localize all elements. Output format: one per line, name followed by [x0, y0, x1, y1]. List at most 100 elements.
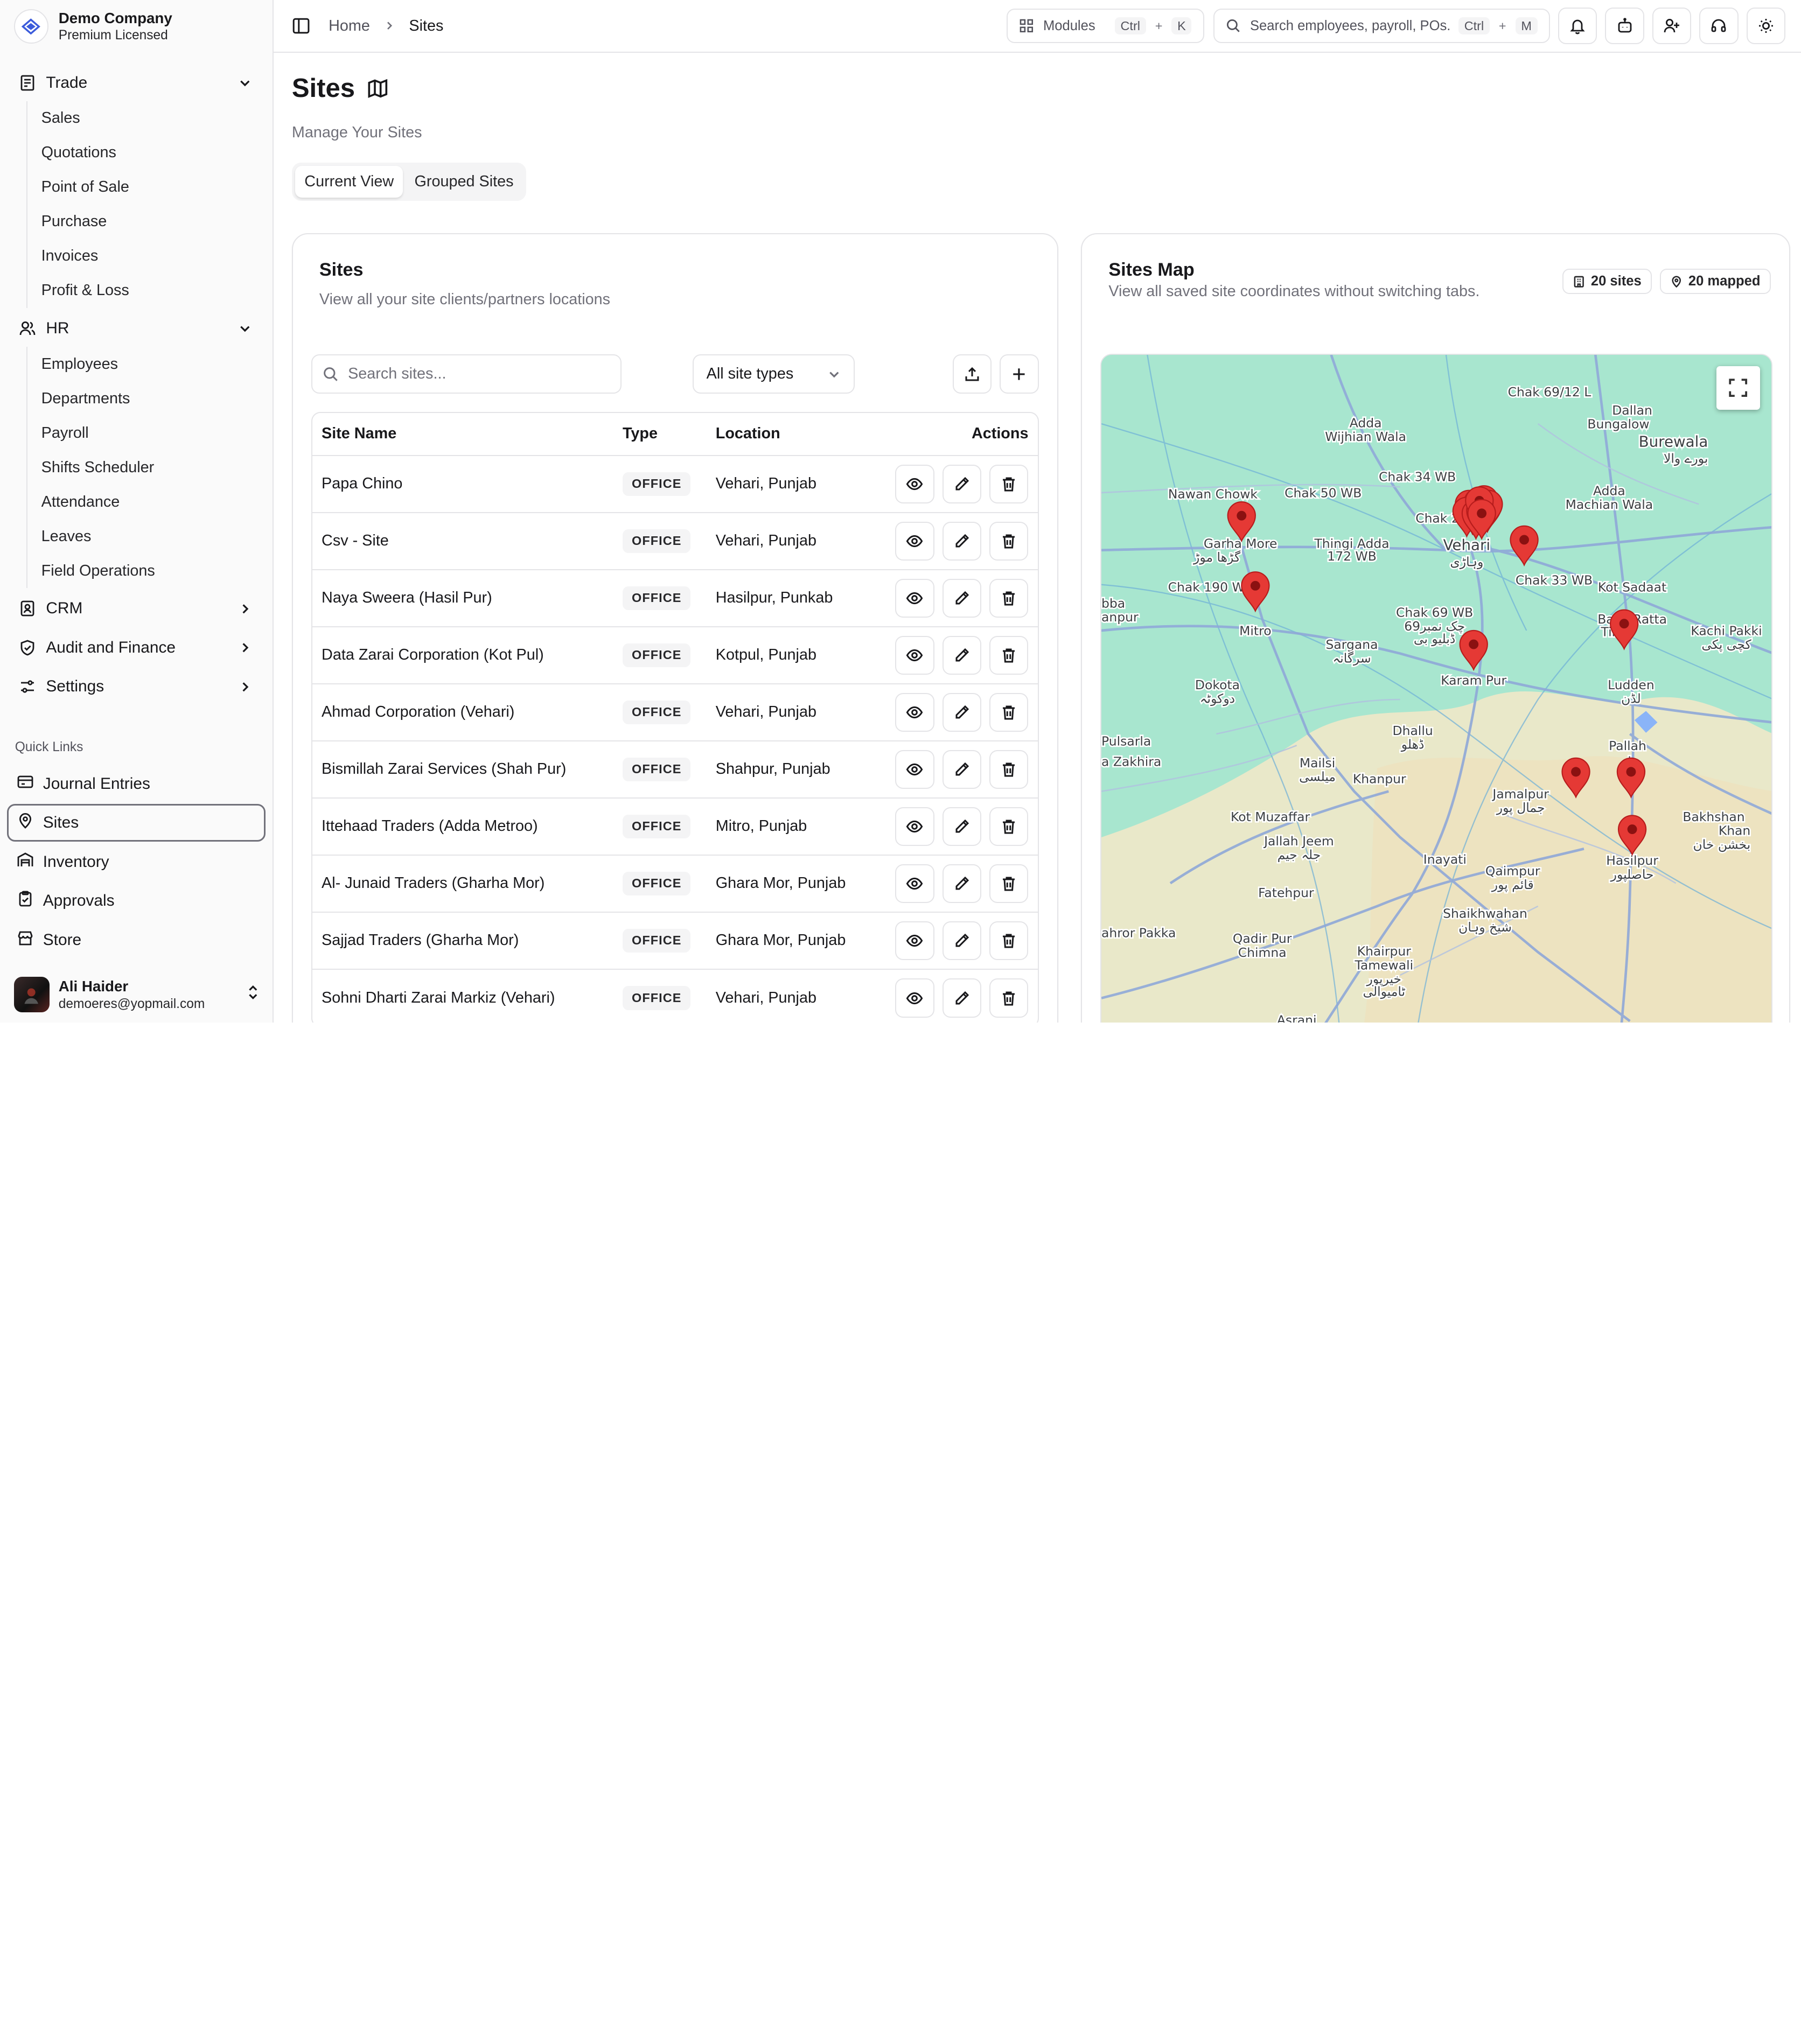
view-site-button[interactable]: [895, 978, 934, 1018]
map-place-label: ahror Pakka: [1101, 925, 1176, 940]
map-place-label: Mitro: [1240, 623, 1272, 638]
trash-icon: [1000, 533, 1017, 550]
add-site-button[interactable]: [1000, 354, 1039, 394]
nav-audit-finance[interactable]: Audit and Finance: [14, 629, 259, 666]
map-place-label: دوکوٹہ: [1200, 691, 1235, 706]
delete-site-button[interactable]: [989, 464, 1029, 504]
map-place-label: جمال پور: [1496, 800, 1545, 815]
edit-site-button[interactable]: [942, 864, 982, 904]
delete-site-button[interactable]: [989, 750, 1029, 789]
sidebar-toggle-icon[interactable]: [292, 17, 310, 35]
nav-leaves[interactable]: Leaves: [41, 519, 259, 554]
nav-sales[interactable]: Sales: [41, 101, 259, 136]
edit-site-button[interactable]: [942, 692, 982, 732]
edit-site-button[interactable]: [942, 750, 982, 789]
map-fullscreen-button[interactable]: [1716, 366, 1761, 410]
map-canvas[interactable]: Chak 69/12 L DallanBungalowBurewalaبورے و…: [1101, 354, 1772, 1023]
nav-payroll[interactable]: Payroll: [41, 416, 259, 450]
site-type-select[interactable]: All site types: [693, 354, 855, 394]
export-button[interactable]: [952, 354, 992, 394]
nav-settings[interactable]: Settings: [14, 668, 259, 705]
nav-field-operations[interactable]: Field Operations: [41, 554, 259, 588]
nav-purchase[interactable]: Purchase: [41, 205, 259, 239]
delete-site-button[interactable]: [989, 578, 1029, 618]
modules-button[interactable]: Modules Ctrl + K: [1006, 9, 1204, 44]
receipt-icon: [18, 74, 37, 92]
edit-site-button[interactable]: [942, 807, 982, 846]
edit-site-button[interactable]: [942, 464, 982, 504]
chevron-down-icon: [235, 74, 254, 92]
tab-current-view[interactable]: Current View: [295, 166, 403, 198]
delete-site-button[interactable]: [989, 635, 1029, 675]
delete-site-button[interactable]: [989, 521, 1029, 561]
delete-site-button[interactable]: [989, 692, 1029, 732]
notifications-button[interactable]: [1558, 7, 1597, 45]
bot-icon: [1616, 17, 1634, 34]
cell-site-name: Bismillah Zarai Services (Shah Pur): [312, 740, 613, 799]
quick-sites[interactable]: Sites: [6, 803, 266, 842]
delete-site-button[interactable]: [989, 807, 1029, 846]
clipboard-check-icon: [17, 890, 34, 912]
nav-profit-loss[interactable]: Profit & Loss: [41, 274, 259, 308]
cell-type: OFFICE: [613, 683, 707, 741]
nav-shifts-scheduler[interactable]: Shifts Scheduler: [41, 450, 259, 485]
nav-crm[interactable]: CRM: [14, 590, 259, 627]
delete-site-button[interactable]: [989, 921, 1029, 961]
support-button[interactable]: [1699, 7, 1739, 45]
col-location[interactable]: Location: [706, 412, 870, 456]
view-site-button[interactable]: [895, 635, 934, 675]
view-site-button[interactable]: [895, 692, 934, 732]
tab-grouped-sites[interactable]: Grouped Sites: [405, 166, 522, 198]
theme-toggle-button[interactable]: [1746, 7, 1786, 45]
view-site-button[interactable]: [895, 750, 934, 789]
view-site-button[interactable]: [895, 464, 934, 504]
trash-icon: [1000, 761, 1017, 778]
assistant-button[interactable]: [1605, 7, 1644, 45]
sites-count-badge: 20 sites: [1562, 268, 1652, 294]
nav-employees[interactable]: Employees: [41, 347, 259, 381]
cell-actions: [870, 855, 1038, 913]
view-site-button[interactable]: [895, 807, 934, 846]
fullscreen-icon: [1728, 377, 1748, 398]
site-search-input[interactable]: [348, 365, 601, 383]
col-type[interactable]: Type: [613, 412, 707, 456]
view-site-button[interactable]: [895, 521, 934, 561]
cell-actions: [870, 512, 1038, 570]
nav-trade[interactable]: Trade: [14, 64, 259, 101]
view-site-button[interactable]: [895, 578, 934, 618]
nav-invoices[interactable]: Invoices: [41, 239, 259, 274]
map-place-label: Kachi Pakki: [1691, 623, 1762, 638]
delete-site-button[interactable]: [989, 864, 1029, 904]
quick-inventory[interactable]: Inventory: [7, 843, 266, 881]
quick-journal-entries[interactable]: Journal Entries: [7, 765, 266, 802]
quick-approvals[interactable]: Approvals: [7, 882, 266, 920]
plus-icon: [1011, 366, 1027, 382]
nav-quotations[interactable]: Quotations: [41, 136, 259, 170]
quick-store[interactable]: Store: [7, 921, 266, 959]
cell-location: Shahpur, Punjab: [706, 740, 870, 799]
invite-user-button[interactable]: [1652, 7, 1692, 45]
nav-hr[interactable]: HR: [14, 310, 259, 347]
map-place-label: Khanpur: [1353, 771, 1406, 786]
company-switcher[interactable]: Demo Company Premium Licensed: [0, 0, 273, 53]
edit-site-button[interactable]: [942, 521, 982, 561]
delete-site-button[interactable]: [989, 978, 1029, 1018]
edit-site-button[interactable]: [942, 978, 982, 1018]
breadcrumb-home[interactable]: Home: [329, 17, 370, 35]
nav-point-of-sale[interactable]: Point of Sale: [41, 170, 259, 205]
view-site-button[interactable]: [895, 921, 934, 961]
user-menu[interactable]: Ali Haider demoeres@yopmail.com: [0, 967, 274, 1022]
col-site-name[interactable]: Site Name: [312, 412, 613, 456]
map-place-label: Ludden: [1608, 677, 1655, 692]
edit-site-button[interactable]: [942, 578, 982, 618]
table-row: Sohni Dharti Zarai Markiz (Vehari) OFFICE…: [312, 969, 1038, 1023]
nav-attendance[interactable]: Attendance: [41, 485, 259, 519]
edit-site-button[interactable]: [942, 635, 982, 675]
quick-links-title: Quick Links: [15, 740, 83, 755]
global-search[interactable]: Search employees, payroll, POs... Ctrl +…: [1213, 9, 1550, 44]
edit-site-button[interactable]: [942, 921, 982, 961]
cell-location: Vehari, Punjab: [706, 683, 870, 741]
nav-departments[interactable]: Departments: [41, 381, 259, 416]
view-site-button[interactable]: [895, 864, 934, 904]
sites-map[interactable]: Chak 69/12 L Dallan Bungalow Burewala بورے و…: [1100, 353, 1773, 1023]
